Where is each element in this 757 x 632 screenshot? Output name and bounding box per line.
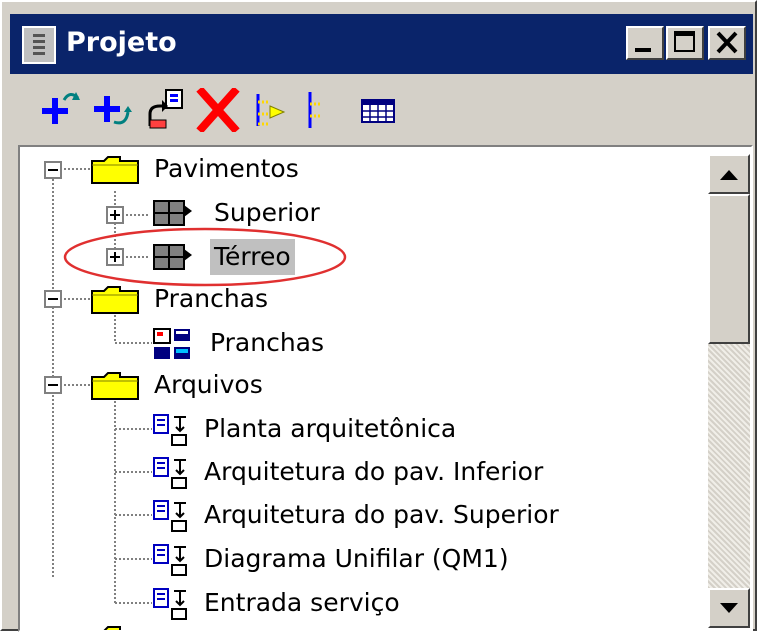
file-link-icon bbox=[153, 414, 187, 446]
project-window: Projeto Pavimentos Superior Térreo Pranc… bbox=[0, 0, 757, 632]
scroll-down-button[interactable] bbox=[708, 588, 750, 628]
window-title: Projeto bbox=[66, 27, 177, 58]
floor-icon bbox=[153, 244, 192, 270]
tree-layout-button[interactable] bbox=[250, 88, 294, 132]
delete-button[interactable] bbox=[196, 86, 240, 134]
minus-box-icon bbox=[44, 376, 62, 394]
expand-superior-button[interactable] bbox=[106, 206, 124, 224]
folder-icon bbox=[91, 286, 139, 314]
file-link-icon bbox=[153, 457, 187, 489]
tree-item-label: Pavimentos bbox=[154, 154, 299, 183]
tree-item-label: Arquitetura do pav. Inferior bbox=[204, 457, 544, 486]
tree-item-label: Pranchas bbox=[154, 284, 269, 313]
tree-branch-icon bbox=[308, 92, 320, 128]
minimize-icon bbox=[635, 48, 651, 52]
floor-icon bbox=[153, 200, 192, 226]
edit-button[interactable] bbox=[146, 88, 190, 132]
vertical-scrollbar[interactable] bbox=[708, 154, 750, 628]
folder-icon bbox=[91, 156, 139, 184]
tree-item-label: Arquivos bbox=[154, 370, 263, 399]
sheets-icon bbox=[153, 328, 190, 359]
collapse-pranchas-button[interactable] bbox=[44, 290, 62, 308]
table-icon bbox=[361, 99, 395, 123]
tree-item-label: Diagrama Unifilar (QM1) bbox=[204, 544, 509, 573]
edit-icon bbox=[148, 89, 183, 129]
add-item-button[interactable] bbox=[40, 88, 84, 132]
tree-layout-icon bbox=[256, 94, 286, 126]
tree-item-label: Arquitetura do pav. Superior bbox=[204, 500, 559, 529]
scroll-up-button[interactable] bbox=[708, 154, 750, 194]
title-bar[interactable]: Projeto bbox=[10, 14, 753, 74]
add-item-icon bbox=[42, 92, 80, 124]
delete-icon bbox=[196, 86, 240, 134]
file-link-icon bbox=[153, 588, 187, 620]
toolbar bbox=[10, 82, 753, 140]
close-button[interactable] bbox=[708, 26, 746, 60]
table-button[interactable] bbox=[356, 88, 400, 132]
plus-box-icon bbox=[106, 206, 124, 224]
add-subitem-icon bbox=[94, 96, 132, 125]
plus-box-icon bbox=[106, 248, 124, 266]
file-link-icon bbox=[153, 500, 187, 532]
collapse-pavimentos-button[interactable] bbox=[44, 161, 62, 179]
arrow-down-icon bbox=[720, 603, 738, 613]
tree-item-label: Pranchas bbox=[210, 328, 325, 357]
minus-box-icon bbox=[44, 290, 62, 308]
tree-item-label: Superior bbox=[214, 198, 320, 227]
folder-icon bbox=[91, 372, 139, 400]
collapse-arquivos-button[interactable] bbox=[44, 376, 62, 394]
add-subitem-button[interactable] bbox=[92, 88, 136, 132]
tree-item-label: Entrada serviço bbox=[204, 588, 400, 617]
minus-box-icon bbox=[44, 161, 62, 179]
tree-branch-button[interactable] bbox=[298, 88, 342, 132]
project-tree[interactable]: Pavimentos Superior Térreo Pranchas Pran… bbox=[18, 145, 753, 632]
expand-terreo-button[interactable] bbox=[106, 248, 124, 266]
maximize-button[interactable] bbox=[666, 26, 704, 60]
file-link-icon bbox=[153, 544, 187, 576]
minimize-button[interactable] bbox=[626, 26, 664, 60]
tree-item-label: Planta arquitetônica bbox=[204, 414, 457, 443]
project-app-icon bbox=[22, 26, 56, 64]
tree-item-label: Térreo bbox=[210, 239, 295, 275]
close-icon bbox=[716, 31, 738, 54]
maximize-icon bbox=[674, 31, 695, 52]
arrow-up-icon bbox=[720, 170, 738, 180]
scroll-thumb[interactable] bbox=[708, 194, 750, 344]
